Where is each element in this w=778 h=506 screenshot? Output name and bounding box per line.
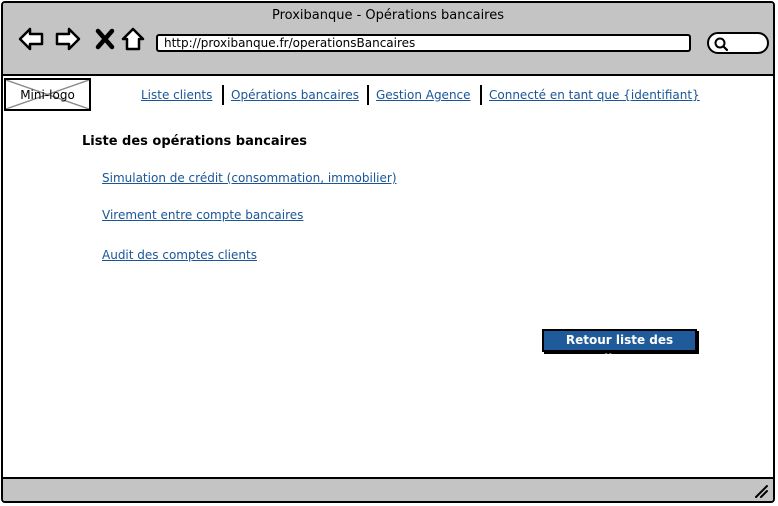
nav-liste-clients[interactable]: Liste clients bbox=[141, 88, 212, 102]
link-simulation-credit[interactable]: Simulation de crédit (consommation, immo… bbox=[102, 171, 397, 185]
address-bar[interactable]: http://proxibanque.fr/operationsBancaire… bbox=[156, 34, 691, 52]
search-icon bbox=[714, 37, 729, 52]
page-title: Liste des opérations bancaires bbox=[82, 134, 308, 149]
stop-icon[interactable] bbox=[92, 25, 120, 53]
forward-icon[interactable] bbox=[54, 25, 82, 53]
search-field[interactable] bbox=[707, 32, 769, 54]
window-title: Proxibanque - Opérations bancaires bbox=[271, 8, 505, 23]
back-icon[interactable] bbox=[17, 25, 45, 53]
nav-separator bbox=[222, 85, 224, 105]
status-bar bbox=[3, 477, 773, 501]
browser-chrome: Proxibanque - Opérations bancaires http:… bbox=[3, 3, 773, 76]
browser-window: Proxibanque - Opérations bancaires http:… bbox=[1, 1, 775, 503]
nav-separator bbox=[367, 85, 369, 105]
mini-logo: Mini-logo bbox=[4, 78, 91, 111]
home-icon[interactable] bbox=[119, 25, 147, 53]
link-virement[interactable]: Virement entre compte bancaires bbox=[102, 208, 303, 222]
nav-operations-bancaires[interactable]: Opérations bancaires bbox=[231, 88, 359, 102]
nav-gestion-agence[interactable]: Gestion Agence bbox=[376, 88, 471, 102]
logo-label: Mini-logo bbox=[20, 88, 75, 102]
back-to-clients-button[interactable]: Retour liste des clients bbox=[542, 329, 697, 366]
nav-separator bbox=[480, 85, 482, 105]
link-audit-comptes[interactable]: Audit des comptes clients bbox=[102, 248, 257, 262]
resize-grip-icon[interactable] bbox=[753, 483, 769, 499]
nav-connected-user[interactable]: Connecté en tant que {identifiant} bbox=[489, 88, 700, 102]
